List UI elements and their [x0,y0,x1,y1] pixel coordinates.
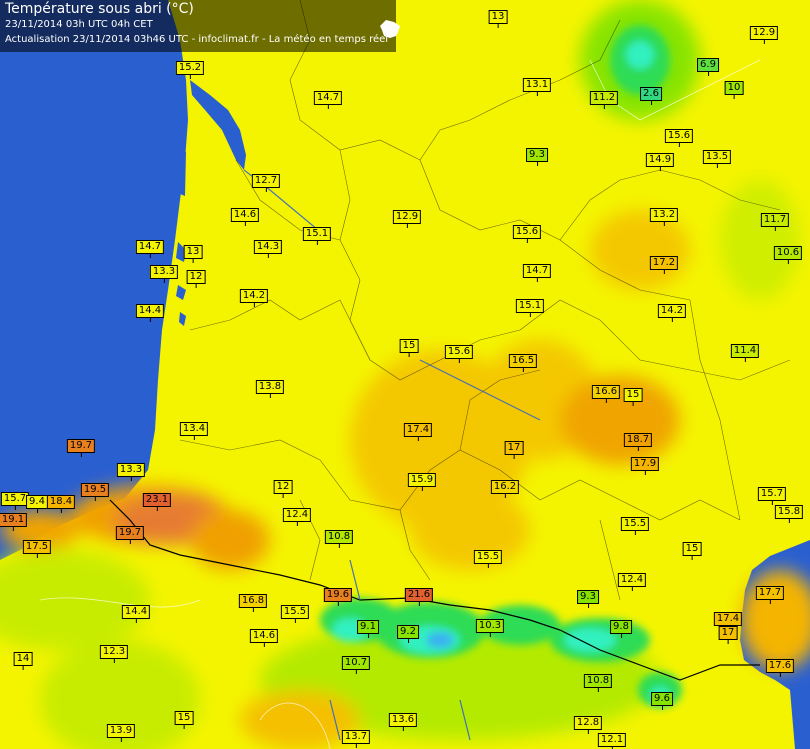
station-temperature-label: 17.2 [649,256,679,274]
station-temperature-label: 14.9 [645,153,675,171]
station-temperature-label: 17.7 [755,586,785,604]
station-temperature-label: 15.5 [473,550,503,568]
station-temperature-label: 15.1 [515,299,545,317]
station-temperature-label: 13.3 [116,463,146,481]
station-temperature-label: 15 [623,388,643,406]
station-temperature-label: 13.7 [341,730,371,748]
station-temperature-label: 12.1 [597,733,627,749]
station-temperature-label: 13.4 [179,422,209,440]
station-temperature-label: 17.9 [630,457,660,475]
station-temperature-label: 11.7 [760,213,790,231]
station-temperature-label: 12.4 [282,508,312,526]
station-temperature-label: 10 [724,81,744,99]
station-temperature-label: 16.8 [238,594,268,612]
station-temperature-label: 12.8 [573,716,603,734]
station-temperature-label: 15.7 [0,492,30,510]
station-temperature-label: 12.3 [99,645,129,663]
station-temperature-label: 15 [682,542,702,560]
station-temperature-label: 14.6 [230,208,260,226]
lake [179,150,186,196]
station-temperature-label: 17.6 [765,659,795,677]
station-temperature-label: 19.5 [80,483,110,501]
station-temperature-label: 14.2 [239,289,269,307]
station-temperature-label: 12.9 [392,210,422,228]
station-temperature-label: 10.7 [341,656,371,674]
station-temperature-label: 14.3 [253,240,283,258]
station-temperature-label: 13 [488,10,508,28]
station-temperature-label: 12 [186,270,206,288]
station-temperature-label: 15.5 [620,517,650,535]
station-temperature-label: 15.9 [407,473,437,491]
station-temperature-label: 12.7 [251,174,281,192]
station-temperature-label: 9.8 [610,620,632,638]
station-temperature-label: 21.6 [404,588,434,606]
station-temperature-label: 18.4 [46,495,76,513]
station-temperature-label: 14.4 [121,605,151,623]
station-temperature-label: 13.1 [522,78,552,96]
station-temperature-label: 17 [504,441,524,459]
station-temperature-label: 15.1 [302,227,332,245]
station-temperature-label: 17.4 [403,423,433,441]
station-temperature-label: 15.6 [664,129,694,147]
station-temperature-label: 11.4 [730,344,760,362]
station-temperature-label: 16.6 [591,385,621,403]
station-temperature-label: 14.2 [657,304,687,322]
map-header: Température sous abri (°C) 23/11/2014 03… [0,0,396,52]
station-temperature-label: 13 [183,245,203,263]
station-temperature-label: 6.9 [697,58,719,76]
station-temperature-label: 10.3 [475,619,505,637]
temperature-map: Température sous abri (°C) 23/11/2014 03… [0,0,810,749]
station-temperature-label: 9.4 [26,495,48,513]
station-temperature-label: 16.2 [490,480,520,498]
station-temperature-label: 12.4 [617,573,647,591]
station-temperature-label: 12 [273,480,293,498]
station-temperature-label: 14.7 [135,240,165,258]
station-temperature-label: 13.6 [388,713,418,731]
station-temperature-label: 14 [13,652,33,670]
station-temperature-label: 9.1 [357,620,379,638]
station-temperature-label: 9.3 [526,148,548,166]
station-temperature-label: 19.1 [0,513,28,531]
station-temperature-label: 15 [174,711,194,729]
station-temperature-label: 14.7 [522,264,552,282]
station-temperature-label: 15 [399,339,419,357]
station-temperature-label: 16.5 [508,354,538,372]
station-temperature-label: 11.2 [589,91,619,109]
station-temperature-label: 13.9 [106,724,136,742]
map-datetime: 23/11/2014 03h UTC 04h CET [5,19,153,30]
station-temperature-label: 15.8 [774,505,804,523]
station-temperature-label: 13.5 [702,150,732,168]
station-temperature-label: 23.1 [142,493,172,511]
station-temperature-label: 15.5 [280,605,310,623]
station-temperature-label: 15.6 [444,345,474,363]
station-temperature-label: 19.7 [66,439,96,457]
station-temperature-label: 17.5 [22,540,52,558]
station-temperature-label: 14.6 [249,629,279,647]
station-temperature-label: 10.8 [583,674,613,692]
station-temperature-label: 17.4 [713,612,743,630]
station-temperature-label: 15.7 [757,487,787,505]
station-temperature-label: 9.6 [651,692,673,710]
map-title: Température sous abri (°C) [5,1,194,17]
station-temperature-label: 15.2 [175,61,205,79]
station-temperature-label: 2.6 [640,87,662,105]
station-temperature-label: 12.9 [749,26,779,44]
station-temperature-label: 13.3 [149,265,179,283]
station-temperature-label: 9.3 [577,590,599,608]
station-temperature-label: 15.6 [512,225,542,243]
station-temperature-label: 13.2 [649,208,679,226]
station-temperature-label: 19.7 [115,526,145,544]
station-temperature-label: 10.6 [773,246,803,264]
map-update-line: Actualisation 23/11/2014 03h46 UTC - inf… [5,34,389,45]
station-temperature-label: 14.4 [135,304,165,322]
infoclimat-logo [372,18,412,48]
station-temperature-label: 10.8 [324,530,354,548]
station-temperature-label: 14.7 [313,91,343,109]
station-temperature-label: 13.8 [255,380,285,398]
france-icon [380,20,400,38]
station-temperature-label: 17 [718,626,738,644]
station-temperature-label: 19.6 [323,588,353,606]
station-temperature-label: 9.2 [397,625,419,643]
station-temperature-label: 18.7 [623,433,653,451]
